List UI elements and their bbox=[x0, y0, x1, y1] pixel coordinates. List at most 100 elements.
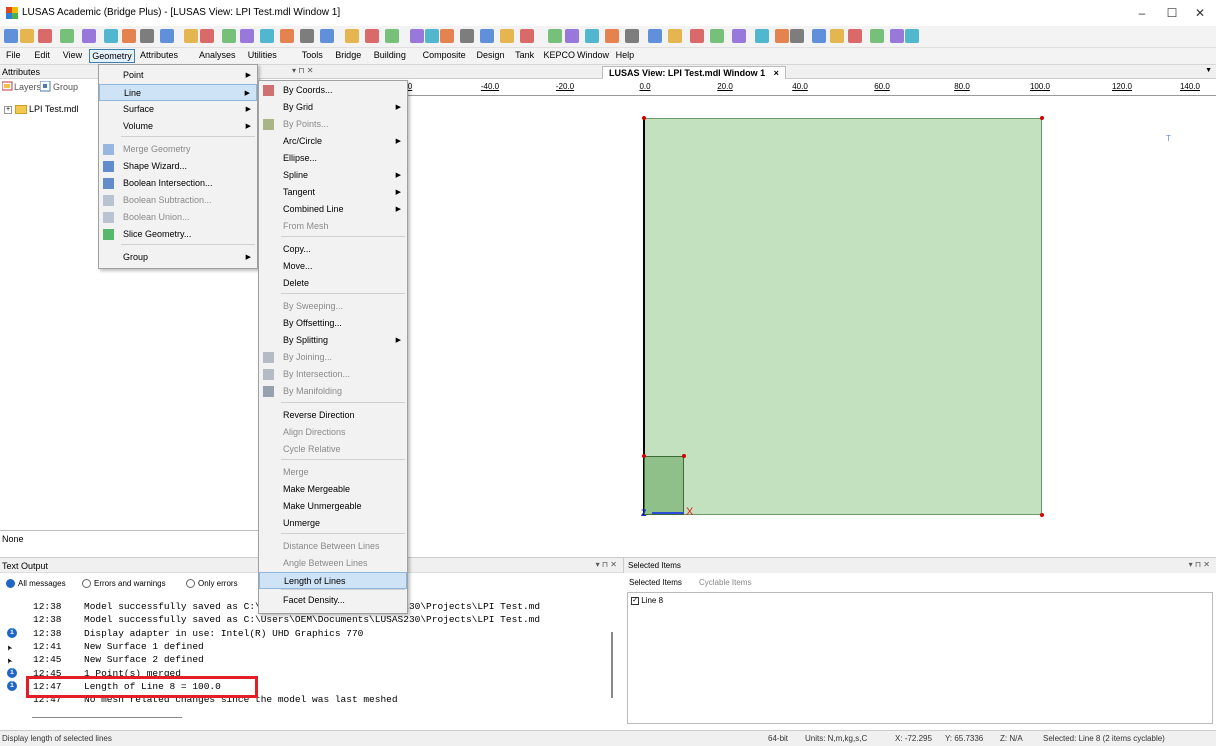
toolbar-tool-icon[interactable] bbox=[160, 29, 174, 43]
toolbar-tool-icon[interactable] bbox=[240, 29, 254, 43]
toolbar-tool-icon[interactable] bbox=[625, 29, 639, 43]
toolbar-tool-icon[interactable] bbox=[548, 29, 562, 43]
menu-item-surface[interactable]: Surface ▶ bbox=[99, 101, 257, 118]
menu-item-cycle-relative[interactable]: Cycle Relative bbox=[259, 441, 407, 458]
tree-item-model[interactable]: + LPI Test.mdl bbox=[4, 104, 78, 115]
toolbar-tool-icon[interactable] bbox=[440, 29, 454, 43]
toolbar-tool-icon[interactable] bbox=[260, 29, 274, 43]
toolbar-tool-icon[interactable] bbox=[905, 29, 919, 43]
maximize-button[interactable]: ☐ bbox=[1157, 4, 1187, 22]
close-button[interactable]: ✕ bbox=[1185, 4, 1215, 22]
menu-item-angle-between-lines[interactable]: Angle Between Lines bbox=[259, 555, 407, 572]
toolbar-tool-icon[interactable] bbox=[790, 29, 804, 43]
tab-close-icon[interactable]: × bbox=[774, 68, 779, 78]
menu-item-align-directions[interactable]: Align Directions bbox=[259, 424, 407, 441]
menu-item-ellipse[interactable]: Ellipse... bbox=[259, 150, 407, 167]
menu-file[interactable]: File bbox=[4, 50, 23, 60]
menu-building[interactable]: Building bbox=[372, 50, 408, 60]
toolbar-tool-icon[interactable] bbox=[280, 29, 294, 43]
menu-design[interactable]: Design bbox=[475, 50, 507, 60]
menu-item-facet-density[interactable]: Facet Density... bbox=[259, 592, 407, 609]
toolbar-tool-icon[interactable] bbox=[755, 29, 769, 43]
toolbar-tool-icon[interactable] bbox=[690, 29, 704, 43]
toolbar-tool-icon[interactable] bbox=[385, 29, 399, 43]
toolbar-tool-icon[interactable] bbox=[480, 29, 494, 43]
toolbar-tool-icon[interactable] bbox=[104, 29, 118, 43]
menu-item-by-joining[interactable]: By Joining... bbox=[259, 349, 407, 366]
toolbar-tool-icon[interactable] bbox=[848, 29, 862, 43]
toolbar-tool-icon[interactable] bbox=[410, 29, 424, 43]
toolbar-tool-icon[interactable] bbox=[460, 29, 474, 43]
menu-item-boolean-union[interactable]: Boolean Union... bbox=[99, 209, 257, 226]
menu-analyses[interactable]: Analyses bbox=[197, 50, 238, 60]
menu-item-move[interactable]: Move... bbox=[259, 258, 407, 275]
tab-list-chevron-icon[interactable]: ▼ bbox=[1205, 67, 1212, 74]
menu-geometry[interactable]: Geometry bbox=[89, 49, 135, 63]
menu-item-merge-geometry[interactable]: Merge Geometry bbox=[99, 141, 257, 158]
menu-item-copy[interactable]: Copy... bbox=[259, 241, 407, 258]
selected-item-row[interactable]: ✓ Line 8 bbox=[631, 596, 663, 605]
toolbar-tool-icon[interactable] bbox=[890, 29, 904, 43]
menu-item-by-grid[interactable]: By Grid ▶ bbox=[259, 99, 407, 116]
menu-utilities[interactable]: Utilities bbox=[246, 50, 279, 60]
toolbar-tool-icon[interactable] bbox=[648, 29, 662, 43]
surface-2[interactable] bbox=[644, 456, 684, 515]
toolbar-tool-icon[interactable] bbox=[60, 29, 74, 43]
menu-bridge[interactable]: Bridge bbox=[333, 50, 363, 60]
log-horizontal-scrollbar[interactable] bbox=[32, 717, 182, 718]
tab-lusas-view[interactable]: LUSAS View: LPI Test.mdl Window 1 × bbox=[602, 66, 786, 79]
text-output-pane-controls[interactable]: ▾ ⊓ ✕ bbox=[596, 560, 617, 569]
toolbar-tool-icon[interactable] bbox=[565, 29, 579, 43]
point[interactable] bbox=[642, 454, 646, 458]
toolbar-tool-icon[interactable] bbox=[345, 29, 359, 43]
toolbar-tool-icon[interactable] bbox=[184, 29, 198, 43]
radio-errors-warnings[interactable] bbox=[82, 579, 91, 588]
log-vertical-scrollbar[interactable] bbox=[611, 632, 613, 698]
menu-item-shape-wizard[interactable]: Shape Wizard... bbox=[99, 158, 257, 175]
menu-item-make-mergeable[interactable]: Make Mergeable bbox=[259, 481, 407, 498]
toolbar-tool-icon[interactable] bbox=[585, 29, 599, 43]
toolbar-tool-icon[interactable] bbox=[122, 29, 136, 43]
expand-icon[interactable]: + bbox=[4, 105, 12, 114]
radio-only-errors[interactable] bbox=[186, 579, 195, 588]
toolbar-tool-icon[interactable] bbox=[425, 29, 439, 43]
point[interactable] bbox=[1040, 513, 1044, 517]
tab-cyclable-items[interactable]: Cyclable Items bbox=[699, 578, 751, 587]
tab-selected-items[interactable]: Selected Items bbox=[629, 578, 682, 587]
toolbar-tool-icon[interactable] bbox=[200, 29, 214, 43]
menu-help[interactable]: Help bbox=[614, 50, 637, 60]
menu-kepco[interactable]: KEPCO bbox=[542, 50, 578, 60]
surface-1[interactable] bbox=[644, 118, 1042, 515]
menu-item-tangent[interactable]: Tangent ▶ bbox=[259, 184, 407, 201]
toolbar-tool-icon[interactable] bbox=[710, 29, 724, 43]
menu-item-length-of-lines[interactable]: Length of Lines bbox=[259, 572, 407, 589]
menu-view[interactable]: View bbox=[61, 50, 84, 60]
toolbar-tool-icon[interactable] bbox=[140, 29, 154, 43]
menu-item-volume[interactable]: Volume ▶ bbox=[99, 118, 257, 135]
menu-tools[interactable]: Tools bbox=[300, 50, 325, 60]
toolbar-tool-icon[interactable] bbox=[300, 29, 314, 43]
menu-item-point[interactable]: Point ▶ bbox=[99, 67, 257, 84]
menu-item-distance-between-lines[interactable]: Distance Between Lines bbox=[259, 538, 407, 555]
menu-item-by-intersection[interactable]: By Intersection... bbox=[259, 366, 407, 383]
menu-item-combined-line[interactable]: Combined Line ▶ bbox=[259, 201, 407, 218]
menu-item-spline[interactable]: Spline ▶ bbox=[259, 167, 407, 184]
menu-composite[interactable]: Composite bbox=[421, 50, 468, 60]
menu-item-boolean-subtraction[interactable]: Boolean Subtraction... bbox=[99, 192, 257, 209]
menu-item-by-points[interactable]: By Points... bbox=[259, 116, 407, 133]
menu-edit[interactable]: Edit bbox=[32, 50, 52, 60]
toolbar-tool-icon[interactable] bbox=[830, 29, 844, 43]
viewport-pane-controls[interactable]: ▾ ⊓ ✕ bbox=[292, 66, 313, 75]
toolbar-tool-icon[interactable] bbox=[668, 29, 682, 43]
tab-group[interactable]: Group bbox=[53, 82, 78, 92]
toolbar-tool-icon[interactable] bbox=[775, 29, 789, 43]
radio-all-messages[interactable] bbox=[6, 579, 15, 588]
toolbar-tool-icon[interactable] bbox=[320, 29, 334, 43]
menu-item-unmerge[interactable]: Unmerge bbox=[259, 515, 407, 532]
menu-item-by-manifolding[interactable]: By Manifolding bbox=[259, 383, 407, 400]
tab-layers[interactable]: Layers bbox=[14, 82, 41, 92]
menu-item-line[interactable]: Line ▶ bbox=[99, 84, 257, 101]
toolbar-tool-icon[interactable] bbox=[520, 29, 534, 43]
menu-item-delete[interactable]: Delete bbox=[259, 275, 407, 292]
menu-item-by-offsetting[interactable]: By Offsetting... bbox=[259, 315, 407, 332]
